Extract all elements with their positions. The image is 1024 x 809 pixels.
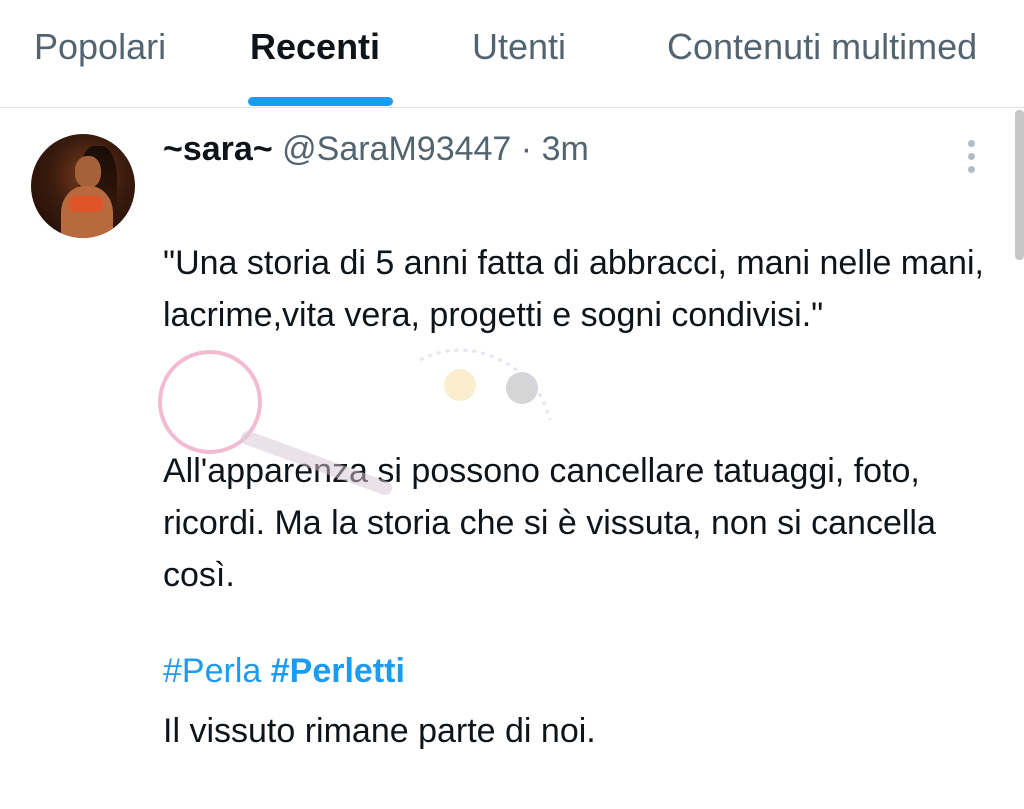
avatar[interactable] xyxy=(31,134,135,238)
scrollbar[interactable] xyxy=(1015,110,1024,260)
tab-contenuti-multimediali[interactable]: Contenuti multimed xyxy=(667,26,977,68)
tweet-paragraph: All'apparenza si possono cancellare tatu… xyxy=(163,452,936,594)
hashtag-link[interactable]: #Perletti xyxy=(271,652,405,690)
tweet-header: ~sara~ @SaraM93447 · 3m xyxy=(163,130,589,169)
hashtags: #Perla #Perletti xyxy=(163,652,405,691)
more-vertical-icon[interactable] xyxy=(962,138,980,176)
tab-popolari[interactable]: Popolari xyxy=(34,26,166,68)
tweet-paragraph: "Una storia di 5 anni fatta di abbracci,… xyxy=(163,244,984,334)
tweet-text: "Una storia di 5 anni fatta di abbracci,… xyxy=(163,185,1003,809)
tab-utenti[interactable]: Utenti xyxy=(472,26,566,68)
author-handle[interactable]: @SaraM93447 xyxy=(282,130,511,168)
author-name[interactable]: ~sara~ xyxy=(163,130,273,168)
tweet-paragraph: Il vissuto rimane parte di noi. xyxy=(163,712,596,750)
tweet-time[interactable]: 3m xyxy=(542,130,589,168)
tab-bar: Popolari Recenti Utenti Contenuti multim… xyxy=(0,0,1024,108)
hashtag-link[interactable]: #Perla xyxy=(163,652,261,690)
tab-recenti[interactable]: Recenti xyxy=(250,26,380,68)
separator-dot: · xyxy=(520,130,533,168)
active-tab-indicator xyxy=(248,97,393,106)
